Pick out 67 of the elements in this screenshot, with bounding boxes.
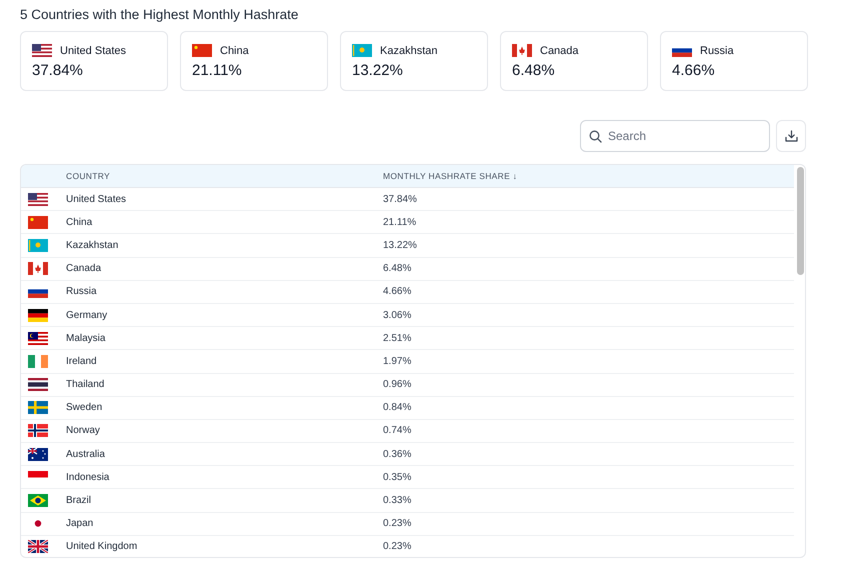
search-icon — [589, 130, 602, 143]
share-cell: 6.48% — [383, 263, 412, 274]
flag-icon — [28, 238, 48, 252]
share-cell: 0.74% — [383, 425, 412, 436]
page-title: 5 Countries with the Highest Monthly Hashrate — [20, 7, 300, 22]
share-cell: 13.22% — [383, 240, 417, 251]
hashrate-share: 21.11% — [192, 62, 243, 79]
download-icon — [784, 130, 798, 142]
flag-icon — [28, 192, 48, 206]
search-field[interactable]: Search — [580, 120, 770, 152]
column-header[interactable]: MONTHLY HASHRATE SHARE ↓ — [383, 171, 518, 181]
hashrate-share: 6.48% — [512, 62, 556, 79]
share-cell: 0.36% — [383, 448, 412, 460]
share-cell: 3.06% — [383, 310, 412, 321]
hashrate-share: 37.84% — [32, 62, 84, 79]
share-cell: 0.96% — [383, 379, 412, 390]
scrollbar-thumb[interactable] — [797, 167, 804, 275]
share-cell: 4.66% — [383, 286, 412, 298]
country-cell: Canada — [66, 263, 102, 274]
flag-icon — [352, 44, 372, 57]
flag-icon — [28, 424, 48, 438]
share-cell: 0.23% — [383, 518, 412, 530]
share-cell: 2.51% — [383, 332, 412, 344]
country-name: Canada — [540, 44, 579, 56]
country-cell: Norway — [66, 425, 100, 436]
country-name: China — [220, 44, 249, 56]
flag-icon — [28, 332, 48, 345]
country-cell: Germany — [66, 310, 108, 321]
country-name: Russia — [700, 44, 734, 56]
flag-icon — [28, 448, 48, 461]
share-cell: 21.11% — [383, 216, 416, 228]
flag-icon — [32, 44, 52, 57]
country-cell: Russia — [66, 286, 97, 298]
flag-icon — [28, 216, 48, 229]
country-cell: Australia — [66, 448, 105, 460]
country-cell: United States — [66, 194, 126, 205]
download-button[interactable] — [776, 120, 806, 152]
country-cell: Thailand — [66, 379, 104, 390]
country-cell: Japan — [66, 518, 94, 530]
country-cell: Kazakhstan — [66, 240, 118, 251]
country-cell: Malaysia — [66, 332, 106, 344]
country-name: Kazakhstan — [380, 44, 438, 56]
share-cell: 37.84% — [383, 194, 417, 205]
country-name: United States — [60, 44, 126, 56]
share-cell: 0.35% — [383, 472, 412, 483]
column-header[interactable]: COUNTRY — [66, 171, 110, 181]
flag-icon — [28, 308, 48, 322]
share-cell: 0.33% — [383, 495, 412, 506]
country-cell: Indonesia — [66, 472, 110, 483]
hashrate-share: 4.66% — [672, 62, 716, 79]
share-cell: 0.84% — [383, 402, 412, 414]
country-cell: Brazil — [66, 495, 92, 506]
flag-icon — [28, 494, 48, 508]
share-cell: 0.23% — [383, 541, 412, 552]
flag-icon — [28, 401, 48, 414]
hashrate-share: 13.22% — [352, 62, 404, 79]
country-cell: China — [66, 216, 92, 228]
flag-icon — [28, 540, 48, 554]
country-cell: Ireland — [66, 356, 97, 367]
flag-icon — [28, 262, 48, 276]
country-cell: Sweden — [66, 402, 102, 414]
flag-icon — [28, 354, 48, 368]
share-cell: 1.97% — [383, 356, 412, 367]
flag-icon — [28, 378, 48, 392]
flag-icon — [512, 44, 532, 57]
flag-icon — [192, 44, 212, 57]
country-cell: United Kingdom — [66, 541, 138, 552]
